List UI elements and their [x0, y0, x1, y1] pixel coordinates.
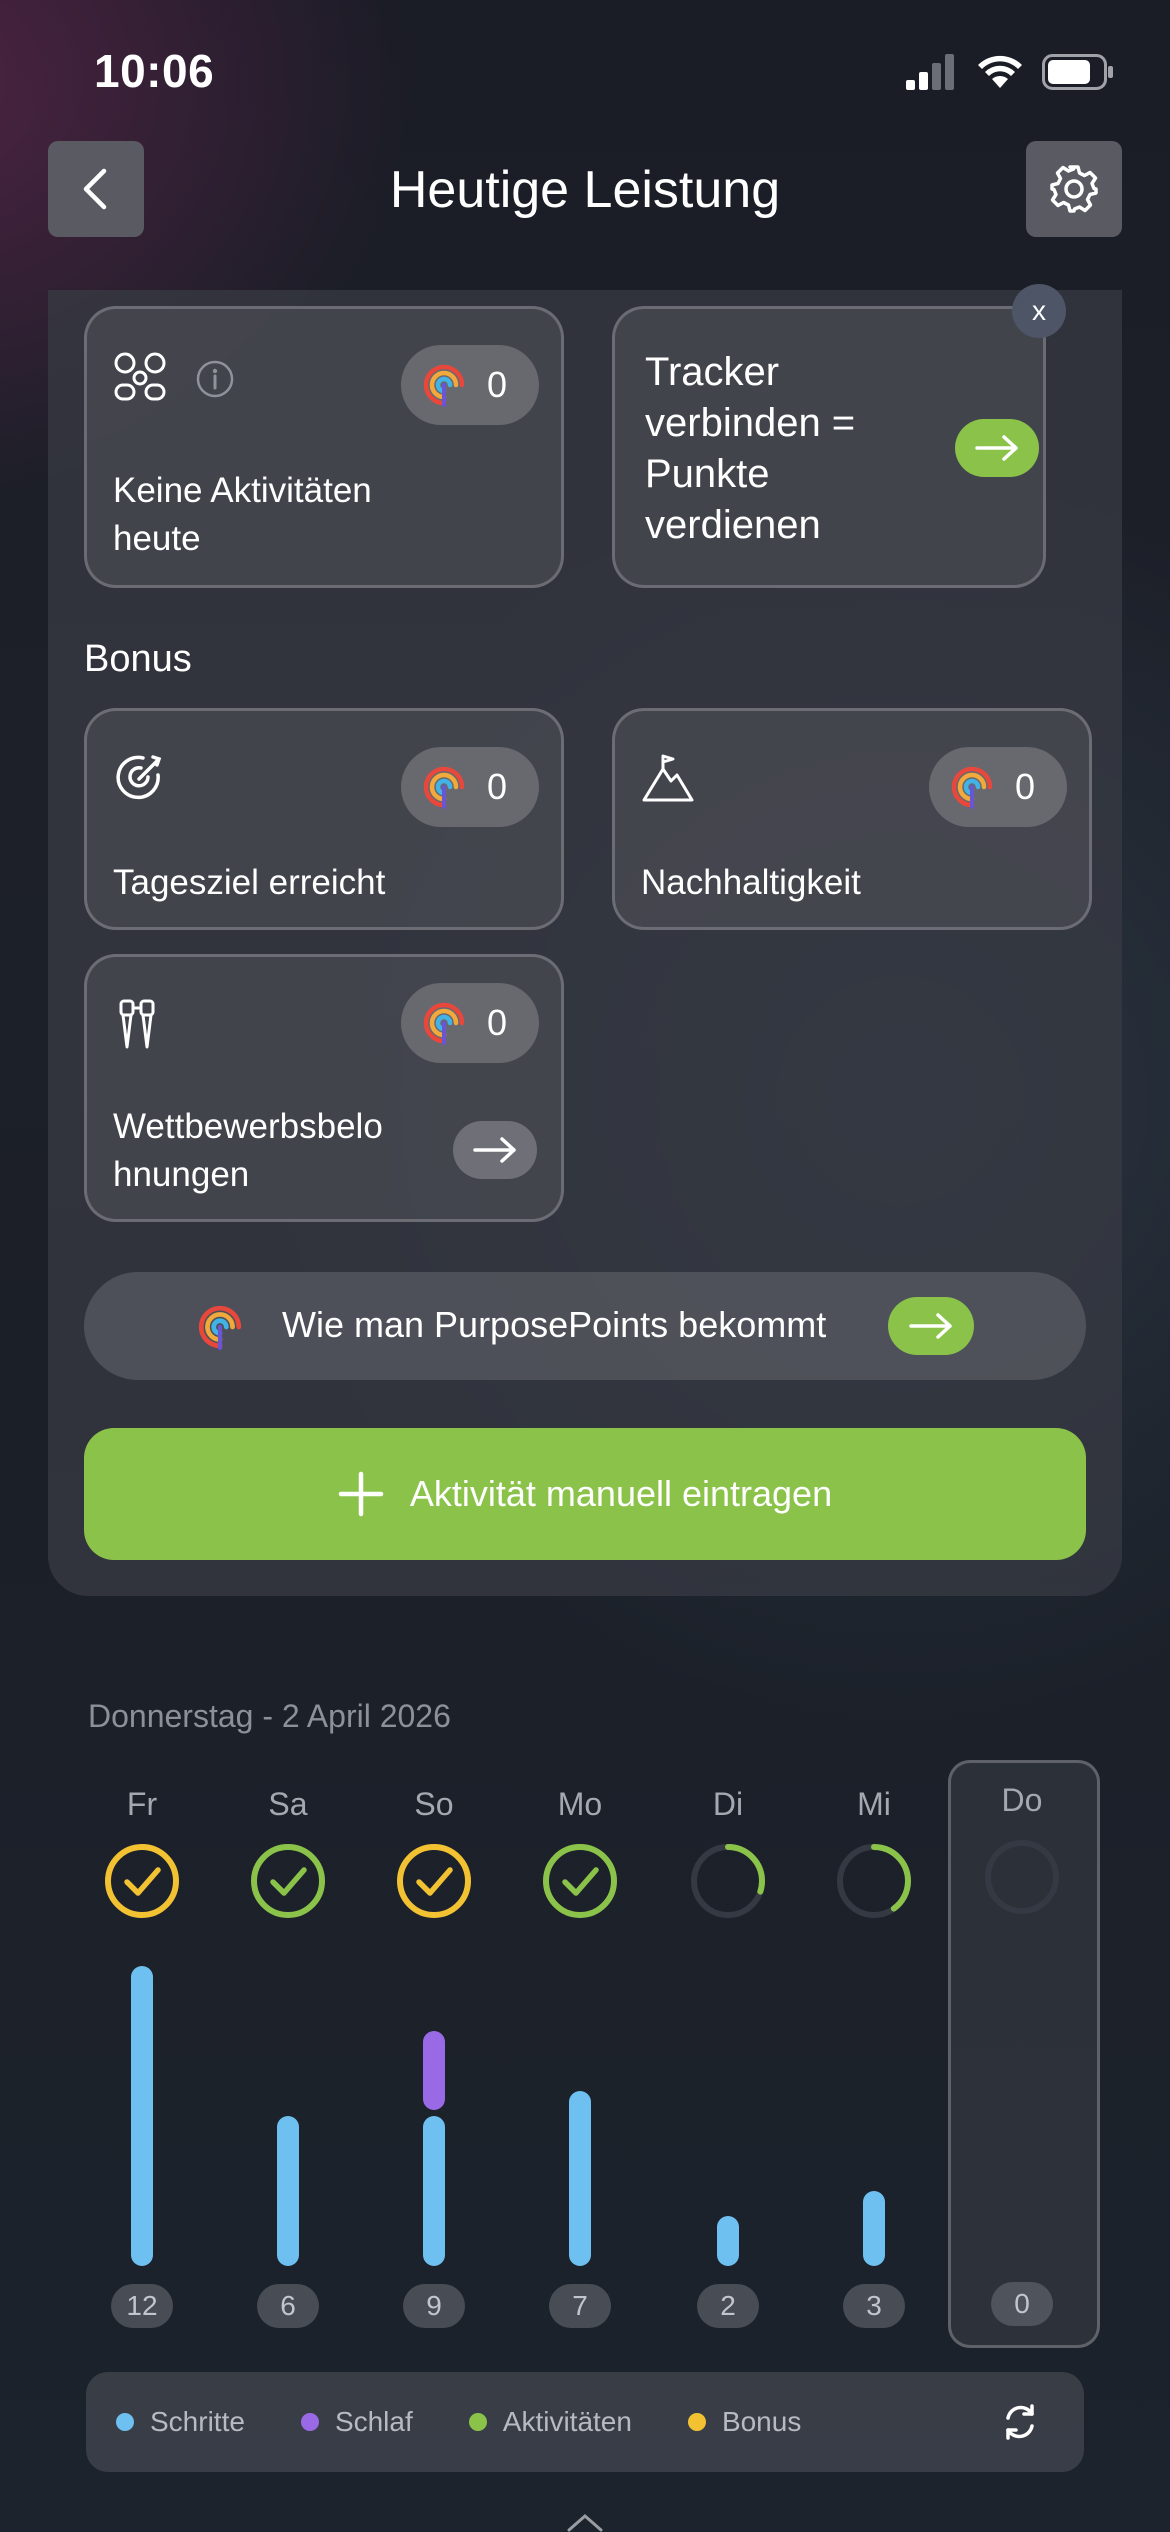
settings-button[interactable]	[1026, 141, 1122, 237]
goal-progress-ring-icon	[691, 1844, 765, 1918]
chevron-up-icon[interactable]	[565, 2512, 605, 2532]
goal-complete-check-icon	[105, 1844, 179, 1918]
goal-complete-check-icon	[397, 1844, 471, 1918]
day-count-badge: 2	[697, 2284, 759, 2328]
purposepoints-logo-icon	[198, 1305, 242, 1350]
competition-rewards-arrow-button[interactable]	[453, 1121, 537, 1179]
daily-goal-card[interactable]: 0 Tagesziel erreicht	[84, 708, 564, 930]
legend-sleep: Schlaf	[300, 2406, 413, 2438]
legend-activities-label: Aktivitäten	[502, 2406, 632, 2437]
status-time: 10:06	[94, 45, 215, 97]
chart-legend: Schritte Schlaf Aktivitäten Bonus	[86, 2372, 1084, 2472]
day-count-badge: 0	[991, 2282, 1053, 2326]
day-label-mi: Mi	[857, 1786, 891, 1822]
points-value: 0	[487, 1002, 508, 1043]
legend-bonus: Bonus	[687, 2406, 802, 2438]
manual-activity-entry-button[interactable]: Aktivität manuell eintragen	[84, 1428, 1086, 1560]
competition-icon	[119, 999, 155, 1049]
current-date: Donnerstag - 2 April 2026	[88, 1698, 451, 1734]
day-count-badge: 3	[843, 2284, 905, 2328]
points-badge: 0	[401, 345, 539, 425]
goal-complete-check-icon	[251, 1844, 325, 1918]
arrow-right-icon	[975, 435, 1018, 461]
steps-dot-icon	[116, 2413, 134, 2431]
goal-progress-ring-icon	[837, 1844, 911, 1918]
day-count-badge: 7	[549, 2284, 611, 2328]
page-title: Heutige Leistung	[389, 161, 781, 219]
steps-bar	[863, 2191, 885, 2266]
goal-empty-ring-icon	[985, 1840, 1059, 1914]
plus-icon	[338, 1471, 384, 1517]
purposepoints-logo-icon	[423, 364, 465, 407]
cellular-signal-icon	[906, 54, 954, 90]
arrow-right-icon	[909, 1313, 952, 1339]
legend-steps-label: Schritte	[150, 2406, 245, 2437]
connect-tracker-label: Tracker verbinden = Punkte verdienen	[645, 350, 856, 547]
connect-tracker-arrow-button[interactable]	[955, 419, 1039, 477]
status-icons	[906, 54, 1114, 90]
daily-goal-label: Tagesziel erreicht	[113, 863, 386, 902]
steps-bar	[717, 2216, 739, 2266]
purposepoints-logo-icon	[951, 766, 993, 809]
steps-bar	[569, 2091, 591, 2266]
day-label-fr: Fr	[126, 1786, 158, 1822]
day-label-di: Di	[712, 1786, 744, 1822]
points-value: 0	[487, 364, 508, 405]
competition-rewards-card[interactable]: 0 Wettbewerbsbelohnungen	[84, 954, 564, 1222]
sleep-dot-icon	[300, 2413, 319, 2431]
day-label-do: Do	[1001, 1782, 1043, 1818]
points-value: 0	[1015, 766, 1036, 807]
bonus-dot-icon	[687, 2413, 706, 2431]
points-badge: 0	[401, 983, 539, 1063]
day-label-so: So	[414, 1786, 454, 1822]
steps-bar	[131, 1966, 153, 2266]
battery-icon	[1042, 54, 1113, 90]
activities-label: Keine Aktivitäten heute	[113, 471, 372, 558]
gear-icon	[1050, 165, 1098, 213]
legend-steps: Schritte	[116, 2406, 245, 2438]
points-badge: 0	[401, 747, 539, 827]
connect-tracker-card[interactable]: Tracker verbinden = Punkte verdienen	[612, 306, 1046, 588]
day-count-badge: 6	[257, 2284, 319, 2328]
refresh-icon[interactable]	[1000, 2402, 1040, 2442]
activities-dot-icon	[468, 2413, 487, 2431]
arrow-right-icon	[473, 1137, 516, 1163]
activities-card[interactable]: 0 Keine Aktivitäten heute	[84, 306, 564, 588]
sustainability-label: Nachhaltigkeit	[641, 863, 861, 902]
day-label-sa: Sa	[268, 1786, 308, 1822]
steps-bar	[423, 2116, 445, 2266]
manual-activity-entry-label: Aktivität manuell eintragen	[409, 1473, 833, 1514]
steps-bar	[277, 2116, 299, 2266]
purposepoints-logo-icon	[423, 1002, 465, 1045]
sustainability-card[interactable]: 0 Nachhaltigkeit	[612, 708, 1092, 930]
sleep-bar	[423, 2031, 445, 2110]
wifi-icon	[978, 55, 1022, 88]
legend-sleep-label: Schlaf	[334, 2406, 413, 2437]
close-tracker-card-button[interactable]: x	[1012, 284, 1066, 338]
day-label-mo: Mo	[557, 1786, 603, 1822]
target-icon	[116, 755, 162, 800]
activities-icon	[114, 352, 166, 401]
day-count-badge: 9	[403, 2284, 465, 2328]
bonus-section-title: Bonus	[84, 638, 192, 680]
competition-rewards-label: Wettbewerbsbelohnungen	[113, 1107, 383, 1194]
points-badge: 0	[929, 747, 1067, 827]
goal-complete-check-icon	[543, 1844, 617, 1918]
how-to-earn-points-arrow-button[interactable]	[888, 1297, 974, 1355]
how-to-earn-points-label: Wie man PurposePoints bekommt	[282, 1304, 827, 1345]
purposepoints-logo-icon	[423, 766, 465, 809]
mountain-flag-icon	[642, 754, 694, 802]
legend-activities: Aktivitäten	[468, 2406, 632, 2438]
points-value: 0	[487, 766, 508, 807]
day-count-badge: 12	[111, 2284, 173, 2328]
legend-bonus-label: Bonus	[721, 2406, 802, 2437]
info-icon[interactable]	[195, 359, 235, 399]
